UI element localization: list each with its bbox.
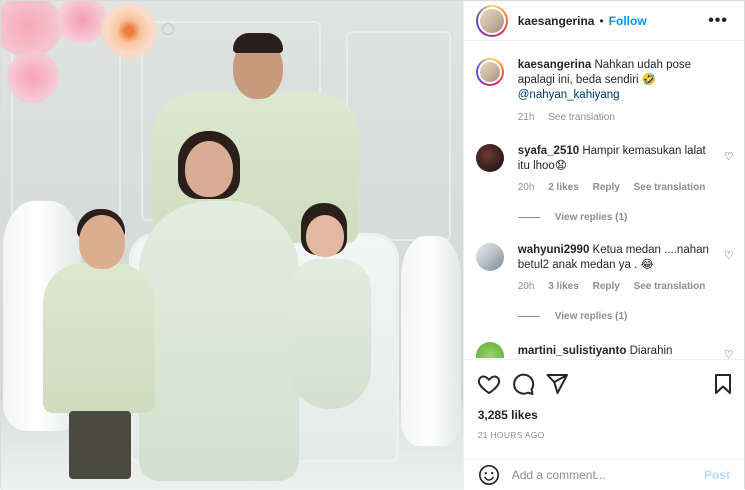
comment-username[interactable]: martini_sulistiyanto	[518, 345, 627, 357]
view-replies-button[interactable]: View replies (1)	[517, 212, 628, 223]
mother-dress	[139, 201, 299, 481]
vase-right	[401, 236, 461, 446]
comment-username[interactable]: wahyuni2990	[518, 244, 590, 256]
comment-icon[interactable]	[511, 372, 535, 396]
post-timestamp[interactable]: 21 HOURS AGO	[478, 430, 545, 440]
post-button[interactable]: Post	[704, 468, 730, 482]
see-translation-link[interactable]: See translation	[634, 182, 706, 193]
mother-head	[185, 141, 233, 197]
comment-likes[interactable]: 2 likes	[548, 182, 579, 193]
view-replies-button[interactable]: View replies (1)	[517, 311, 628, 322]
see-translation-link[interactable]: See translation	[548, 112, 615, 123]
heart-icon[interactable]	[477, 372, 501, 396]
avatar[interactable]	[475, 243, 504, 271]
comment-heart-icon[interactable]: ♡	[724, 249, 734, 262]
replies-line	[517, 217, 540, 218]
caption-username[interactable]: kaesangerina	[518, 59, 592, 71]
comment-heart-icon[interactable]: ♡	[724, 150, 734, 163]
boy-head	[79, 215, 125, 269]
caption-meta: 21h See translation	[518, 112, 626, 123]
comment-text-block: wahyuni2990 Ketua medan ....nahan betul2…	[518, 243, 712, 273]
header-username[interactable]: kaesangerina	[518, 14, 595, 28]
comment-item: syafa_2510 Hampir kemasukan lalat itu lh…	[475, 144, 734, 234]
view-replies-label: View replies (1)	[554, 212, 628, 223]
side-panel: kaesangerina • Follow ••• kaesangerina N…	[462, 1, 744, 490]
reply-button[interactable]: Reply	[593, 182, 620, 193]
follow-button[interactable]: Follow	[609, 14, 647, 28]
flower-peach	[101, 3, 157, 59]
view-replies-label: View replies (1)	[554, 311, 628, 322]
caption-text-block: kaesangerina Nahkan udah pose apalagi in…	[518, 58, 712, 103]
comments-feed[interactable]: kaesangerina Nahkan udah pose apalagi in…	[464, 42, 744, 358]
caption-time[interactable]: 21h	[518, 112, 535, 123]
comment-text-block: syafa_2510 Hampir kemasukan lalat itu lh…	[518, 144, 712, 174]
avatar[interactable]	[475, 144, 504, 172]
avatar[interactable]	[475, 4, 508, 37]
girl-dress	[289, 259, 371, 409]
caption-mention[interactable]: @nahyan_kahiyang	[518, 89, 620, 101]
emoji-icon[interactable]	[478, 464, 500, 486]
comment-item: martini_sulistiyanto Diarahin ♡	[475, 342, 734, 358]
comment-username[interactable]: syafa_2510	[518, 145, 579, 157]
post-photo[interactable]	[1, 1, 463, 490]
comment-text: Diarahin	[629, 345, 673, 357]
flower-pink	[7, 51, 59, 103]
boy-shirt	[43, 263, 155, 413]
wall-panel	[346, 31, 451, 241]
more-options-icon[interactable]: •••	[708, 12, 728, 30]
reply-button[interactable]: Reply	[593, 281, 620, 292]
verified-watermark-icon	[162, 23, 174, 35]
avatar[interactable]	[475, 342, 504, 358]
comment-time[interactable]: 20h	[518, 182, 535, 193]
comment-item: wahyuni2990 Ketua medan ....nahan betul2…	[475, 243, 734, 333]
comment-meta: 20h 2 likes Reply See translation	[518, 182, 717, 193]
boy-pants	[69, 411, 131, 479]
girl-head	[306, 215, 344, 257]
comment-input[interactable]	[511, 468, 702, 482]
father-hair	[233, 33, 283, 53]
comment-meta: 20h 3 likes Reply See translation	[518, 281, 717, 292]
comment-composer: Post	[463, 459, 744, 490]
comment-text-block: martini_sulistiyanto Diarahin	[518, 344, 712, 358]
instagram-post: kaesangerina • Follow ••• kaesangerina N…	[0, 0, 745, 490]
see-translation-link[interactable]: See translation	[634, 281, 706, 292]
replies-line	[517, 316, 540, 317]
caption: kaesangerina Nahkan udah pose apalagi in…	[475, 58, 734, 128]
comment-heart-icon[interactable]: ♡	[724, 348, 734, 358]
avatar[interactable]	[475, 58, 504, 86]
separator-dot: •	[599, 13, 604, 28]
bookmark-icon[interactable]	[711, 372, 735, 396]
comment-time[interactable]: 20h	[518, 281, 535, 292]
likes-count[interactable]: 3,285 likes	[478, 408, 538, 422]
post-header: kaesangerina • Follow •••	[463, 1, 744, 41]
action-bar: 3,285 likes 21 HOURS AGO	[463, 359, 744, 459]
comment-likes[interactable]: 3 likes	[548, 281, 579, 292]
share-icon[interactable]	[545, 372, 569, 396]
